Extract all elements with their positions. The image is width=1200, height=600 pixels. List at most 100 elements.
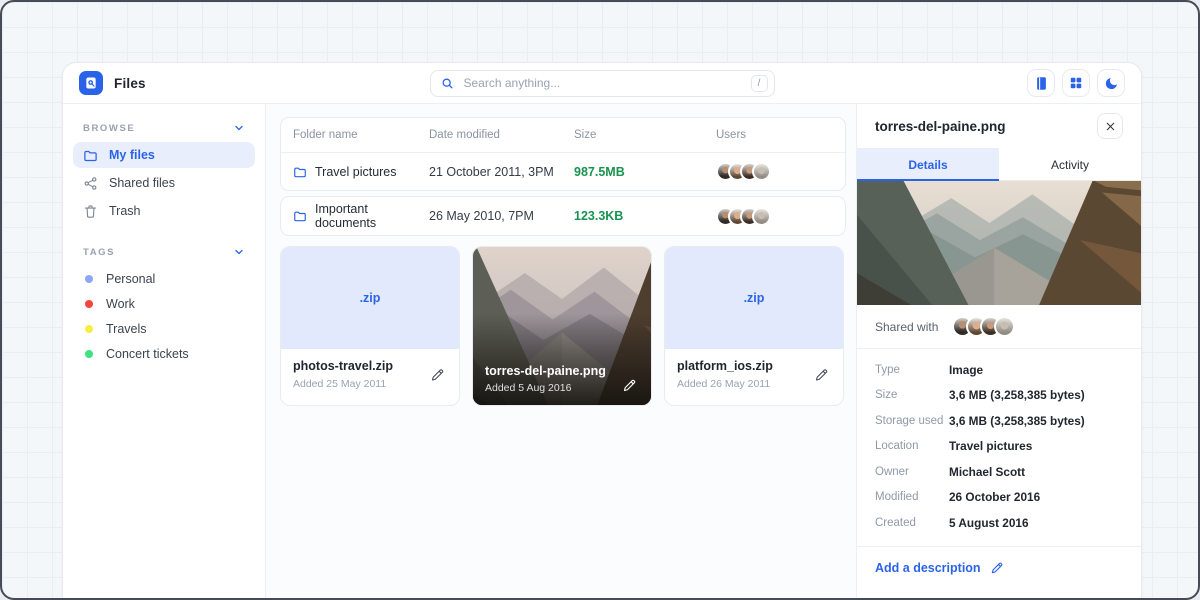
sidebar-item-label: Trash xyxy=(109,204,141,218)
app-logo-icon xyxy=(79,71,103,95)
detail-row-type: Type Image xyxy=(875,357,1123,383)
tag-label: Personal xyxy=(106,272,155,286)
folder-size: 987.5MB xyxy=(574,165,716,179)
table-row-important-documents[interactable]: Important documents 26 May 2010, 7PM 123… xyxy=(281,197,845,235)
pencil-icon xyxy=(430,367,445,382)
detail-row-storage-used: Storage used 3,6 MB (3,258,385 bytes) xyxy=(875,408,1123,434)
add-description-link[interactable]: Add a description xyxy=(857,547,1141,589)
file-card-platform-ios[interactable]: .zip platform_ios.zip Added 26 May 2011 xyxy=(664,246,844,406)
tag-item-work[interactable]: Work xyxy=(73,291,255,316)
sidebar-item-label: Shared files xyxy=(109,176,175,190)
file-card-photos-travel[interactable]: .zip photos-travel.zip Added 25 May 2011 xyxy=(280,246,460,406)
date-modified: 21 October 2011, 3PM xyxy=(429,165,574,179)
brand: Files xyxy=(79,71,430,95)
rename-button[interactable] xyxy=(618,374,641,397)
file-details-list: Type Image Size 3,6 MB (3,258,385 bytes)… xyxy=(857,349,1141,547)
panel-title: torres-del-paine.png xyxy=(875,119,1006,134)
sidebar-item-shared-files[interactable]: Shared files xyxy=(73,170,255,196)
top-actions xyxy=(775,69,1126,97)
folder-size: 123.3KB xyxy=(574,209,716,223)
file-added-date: Added 5 Aug 2016 xyxy=(485,382,571,394)
sidebar-item-trash[interactable]: Trash xyxy=(73,198,255,224)
tag-item-travels[interactable]: Travels xyxy=(73,316,255,341)
tag-dot xyxy=(85,325,93,333)
moon-icon xyxy=(1104,76,1119,91)
folder-name: Travel pictures xyxy=(315,165,397,179)
rename-button[interactable] xyxy=(426,363,449,386)
file-name: platform_ios.zip xyxy=(677,359,831,373)
app-title: Files xyxy=(114,76,146,91)
pencil-icon xyxy=(990,561,1004,575)
folders-table-row-2: Important documents 26 May 2010, 7PM 123… xyxy=(280,196,846,236)
grid-view-button[interactable] xyxy=(1062,69,1090,97)
chevron-down-icon[interactable] xyxy=(233,246,245,258)
book-icon xyxy=(1034,76,1049,91)
folder-name: Important documents xyxy=(315,202,429,230)
pencil-icon xyxy=(622,378,637,393)
grid-icon xyxy=(1069,76,1083,90)
user-avatar xyxy=(752,162,771,181)
search-input[interactable] xyxy=(462,75,743,91)
tag-item-concert-tickets[interactable]: Concert tickets xyxy=(73,341,255,366)
close-panel-button[interactable] xyxy=(1097,113,1123,139)
users-avatars xyxy=(716,162,833,181)
user-avatar xyxy=(994,316,1015,337)
col-date-modified: Date modified xyxy=(429,129,574,141)
date-modified: 26 May 2010, 7PM xyxy=(429,209,574,223)
user-avatar xyxy=(752,207,771,226)
detail-row-location: Location Travel pictures xyxy=(875,434,1123,460)
file-added-date: Added 25 May 2011 xyxy=(293,378,447,390)
folder-icon xyxy=(293,209,307,223)
detail-row-owner: Owner Michael Scott xyxy=(875,459,1123,485)
shared-with-row: Shared with xyxy=(857,305,1141,349)
browse-section-label: Browse xyxy=(83,123,135,134)
zip-badge: .zip xyxy=(744,291,765,305)
tab-details[interactable]: Details xyxy=(857,148,999,181)
tag-label: Work xyxy=(106,297,135,311)
tab-activity[interactable]: Activity xyxy=(999,148,1141,181)
zip-preview: .zip xyxy=(665,247,843,349)
desktop-background: Files / xyxy=(0,0,1200,600)
tag-label: Concert tickets xyxy=(106,347,189,361)
search-shortcut-badge: / xyxy=(751,75,768,92)
file-card-torres-del-paine[interactable]: torres-del-paine.png Added 5 Aug 2016 xyxy=(472,246,652,406)
library-button[interactable] xyxy=(1027,69,1055,97)
users-avatars xyxy=(716,207,833,226)
trash-icon xyxy=(83,204,98,219)
chevron-down-icon[interactable] xyxy=(233,122,245,134)
folder-icon xyxy=(83,148,98,163)
tag-dot xyxy=(85,350,93,358)
rename-button[interactable] xyxy=(810,363,833,386)
sidebar-item-my-files[interactable]: My files xyxy=(73,142,255,168)
tag-label: Travels xyxy=(106,322,147,336)
zip-preview: .zip xyxy=(281,247,459,349)
file-name: photos-travel.zip xyxy=(293,359,447,373)
folders-table: Folder name Date modified Size Users Tra… xyxy=(280,117,846,191)
top-bar: Files / xyxy=(63,63,1141,104)
shared-avatars xyxy=(952,316,1015,337)
tag-dot xyxy=(85,300,93,308)
zip-badge: .zip xyxy=(360,291,381,305)
file-preview-image xyxy=(857,181,1141,305)
tags-section-header[interactable]: Tags xyxy=(73,240,255,266)
col-users: Users xyxy=(716,129,833,141)
col-size: Size xyxy=(574,129,716,141)
detail-row-size: Size 3,6 MB (3,258,385 bytes) xyxy=(875,383,1123,409)
dark-mode-button[interactable] xyxy=(1097,69,1125,97)
tag-dot xyxy=(85,275,93,283)
share-icon xyxy=(83,176,98,191)
sidebar-item-label: My files xyxy=(109,148,155,162)
details-panel: torres-del-paine.png Details Activity xyxy=(856,104,1141,600)
browse-section-header[interactable]: Browse xyxy=(73,116,255,142)
sidebar: Browse My files Shared files xyxy=(63,104,266,600)
table-row-travel-pictures[interactable]: Travel pictures 21 October 2011, 3PM 987… xyxy=(281,153,845,190)
tag-item-personal[interactable]: Personal xyxy=(73,266,255,291)
panel-tabs: Details Activity xyxy=(857,148,1141,181)
search-icon xyxy=(441,77,454,90)
shared-with-label: Shared with xyxy=(875,320,938,334)
folder-icon xyxy=(293,165,307,179)
search-bar[interactable]: / xyxy=(430,70,775,97)
file-added-date: Added 26 May 2011 xyxy=(677,378,831,390)
files-app-window: Files / xyxy=(62,62,1142,600)
detail-row-created: Created 5 August 2016 xyxy=(875,510,1123,536)
